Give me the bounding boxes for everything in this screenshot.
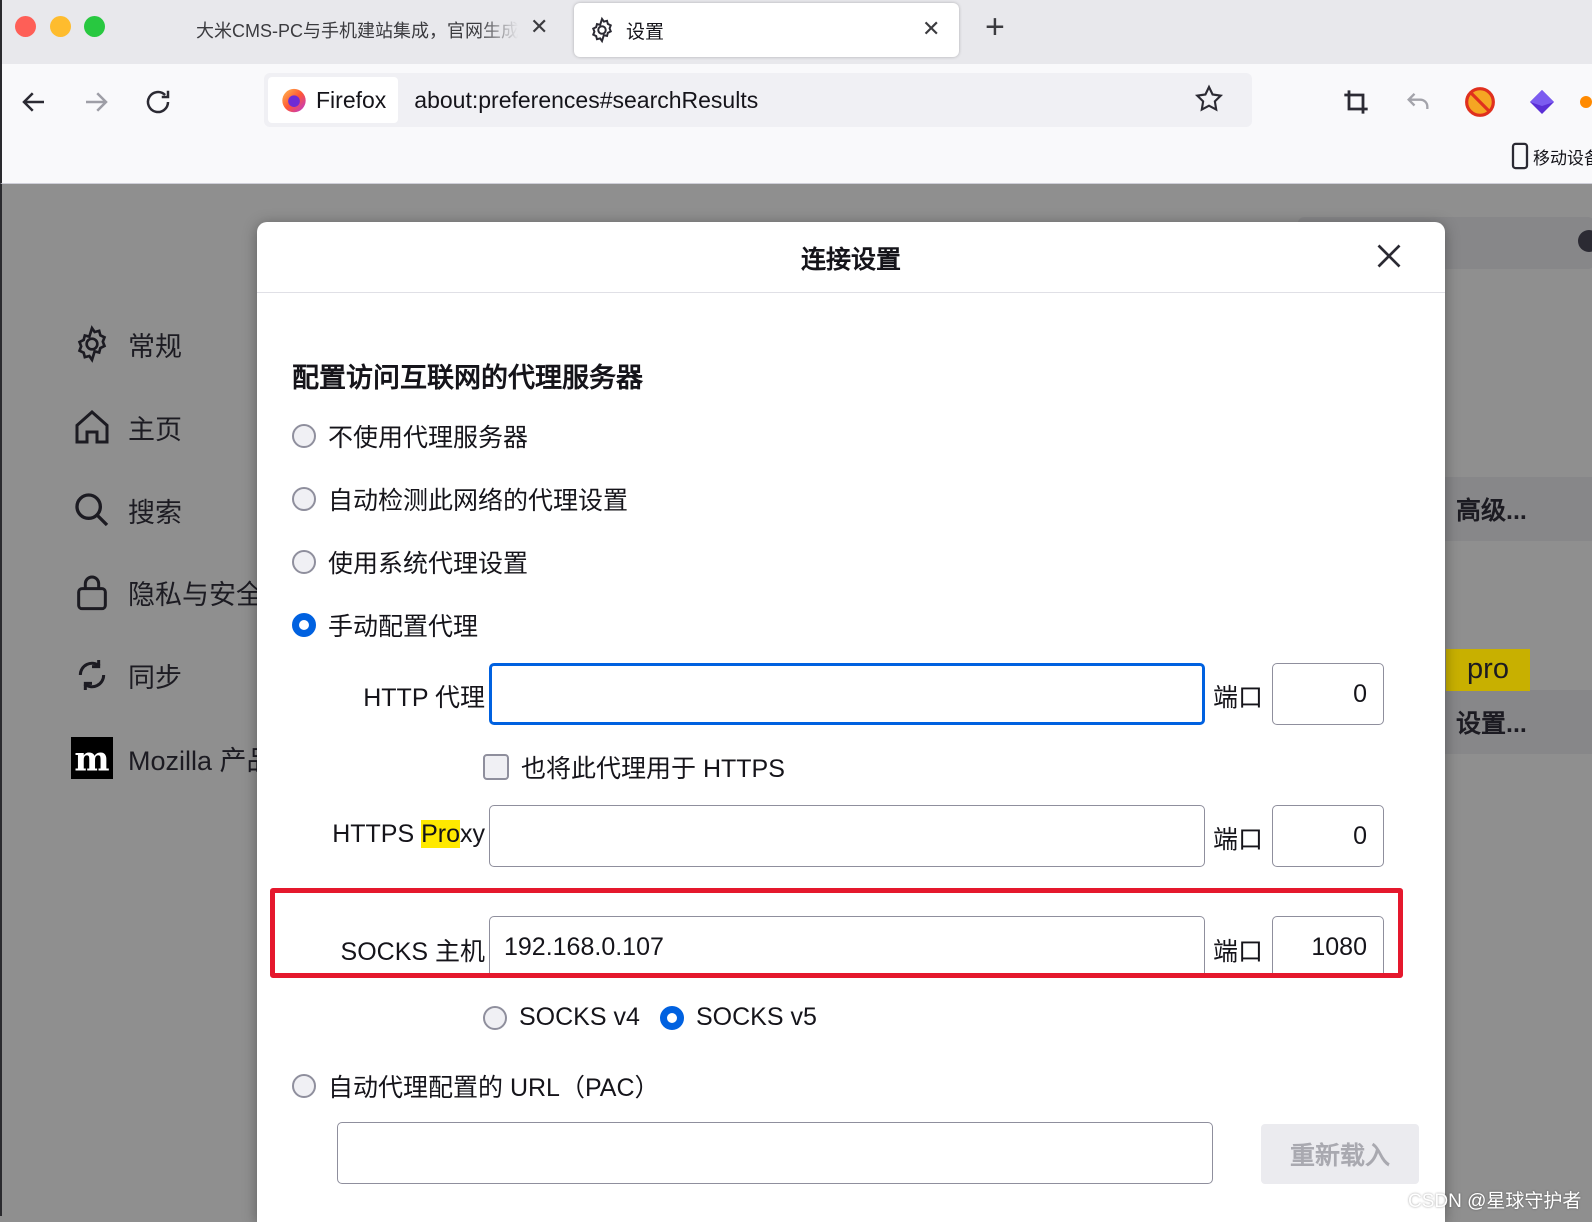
sidebar-item-search[interactable]: 搜索 [70,488,182,532]
search-icon [70,488,114,532]
forward-button[interactable] [76,82,116,122]
http-port-label: 端口 [1213,684,1264,712]
gear-icon [70,322,114,366]
sidebar-item-sync[interactable]: 同步 [70,653,182,697]
minimize-window-button[interactable] [50,16,71,37]
option-label: 自动检测此网络的代理设置 [328,487,629,515]
option-label: 使用系统代理设置 [328,550,529,578]
checkbox-label: 也将此代理用于 HTTPS [521,755,785,783]
tab-settings[interactable]: 设置 ✕ [574,3,959,57]
reload-pac-button[interactable]: 重新载入 [1261,1124,1419,1184]
reload-button[interactable] [138,82,178,122]
advanced-button[interactable]: 高级... [1442,477,1592,541]
close-window-button[interactable] [15,16,36,37]
tab-title: 大米CMS-PC与手机建站集成，官网生成 [196,21,518,41]
zoom-window-button[interactable] [84,16,105,37]
also-https-checkbox[interactable] [483,754,509,780]
manual-proxy-option[interactable]: 手动配置代理 [292,607,478,643]
tab-damicms[interactable]: 大米CMS-PC与手机建站集成，官网生成 ✕ [162,8,557,52]
option-label: 自动代理配置的 URL（PAC） [328,1074,660,1102]
option-label: 手动配置代理 [328,613,479,641]
annotation-highlight-box [270,888,1403,978]
sidebar-item-general[interactable]: 常规 [70,322,182,366]
radio-button[interactable] [292,1074,316,1098]
search-highlight: Pro [421,820,460,848]
identity-box[interactable]: Firefox [268,77,399,123]
http-port-input[interactable]: 0 [1272,663,1384,725]
also-https-checkbox-row[interactable]: 也将此代理用于 HTTPS [483,749,785,785]
dialog-title: 连接设置 [800,246,901,274]
http-proxy-input[interactable] [489,663,1205,725]
mobile-bookmarks-label: 移动设备 [1533,148,1592,168]
radio-button[interactable] [292,424,316,448]
no-proxy-option[interactable]: 不使用代理服务器 [292,418,528,454]
gear-icon [588,16,616,44]
socks-v4-option[interactable]: SOCKS v4 [483,1003,640,1032]
socks-v5-option[interactable]: SOCKS v5 [660,1003,817,1032]
https-port-label: 端口 [1213,826,1264,854]
pac-url-option[interactable]: 自动代理配置的 URL（PAC） [292,1068,660,1104]
radio-button-selected[interactable] [292,613,316,637]
purple-extension-icon[interactable] [1522,82,1562,122]
watermark: CSDN @星球守护者 [1408,1191,1582,1212]
radio-button[interactable] [292,487,316,511]
http-proxy-label: HTTP 代理 [363,684,485,712]
radio-button[interactable] [483,1005,507,1030]
mobile-device-icon [1510,142,1530,170]
advanced-button-label: 高级... [1456,497,1527,525]
close-tab-icon[interactable]: ✕ [530,16,548,38]
sidebar-item-label: 同步 [128,662,182,693]
connection-settings-dialog: 连接设置 配置访问互联网的代理服务器 不使用代理服务器 自动检测此网络的代理设置… [257,222,1445,1222]
url-bar[interactable]: Firefox about:preferences#searchResults [264,73,1252,127]
sidebar-item-label: Mozilla 产品 [128,745,274,776]
blocked-extension-icon[interactable] [1460,82,1500,122]
sidebar-item-label: 搜索 [128,497,182,528]
auto-detect-option[interactable]: 自动检测此网络的代理设置 [292,481,628,517]
option-label: SOCKS v4 [519,1003,640,1031]
url-text[interactable]: about:preferences#searchResults [414,87,758,114]
tab-title: 设置 [626,21,665,43]
settings-button[interactable]: 设置... [1442,690,1592,754]
new-tab-button[interactable]: + [985,10,1005,44]
lock-icon [70,570,114,614]
identity-label: Firefox [316,86,387,113]
close-icon [1377,244,1401,268]
mozilla-icon: m [70,736,114,780]
bookmark-star-icon[interactable] [1193,83,1225,115]
radio-button[interactable] [292,550,316,574]
https-port-input[interactable]: 0 [1272,805,1384,867]
option-label: 不使用代理服务器 [328,424,529,452]
pac-url-input[interactable] [337,1122,1213,1184]
dialog-header: 连接设置 [257,222,1445,293]
radio-button-selected[interactable] [660,1005,684,1030]
settings-button-label: 设置... [1456,710,1527,738]
orange-extension-icon[interactable] [1578,82,1592,122]
navigation-toolbar: Firefox about:preferences#searchResults … [0,64,1592,184]
sidebar-item-label: 隐私与安全 [128,579,263,610]
mobile-bookmarks-button[interactable]: 移动设备 [1510,142,1592,170]
back-button[interactable] [14,82,54,122]
screenshot-crop-icon[interactable] [1336,82,1376,122]
section-heading: 配置访问互联网的代理服务器 [292,363,643,393]
https-label-prefix: HTTPS [332,820,422,848]
sidebar-item-home[interactable]: 主页 [70,405,182,449]
https-proxy-label: HTTPS Proxy [297,820,485,849]
sidebar-item-mozilla[interactable]: m Mozilla 产品 [70,736,274,780]
home-icon [70,405,114,449]
tab-bar: 大米CMS-PC与手机建站集成，官网生成 ✕ 设置 ✕ + [0,0,1592,64]
option-label: SOCKS v5 [696,1003,817,1031]
svg-text:m: m [74,739,109,778]
https-proxy-input[interactable] [489,805,1205,867]
firefox-logo-icon [280,86,308,114]
sync-icon [70,653,114,697]
https-label-suffix: xy [460,820,485,848]
search-match-tooltip: pro [1446,649,1530,691]
close-tab-icon[interactable]: ✕ [922,18,940,40]
sidebar-item-label: 常规 [128,331,182,362]
system-proxy-option[interactable]: 使用系统代理设置 [292,544,528,580]
sidebar-item-privacy[interactable]: 隐私与安全 [70,570,263,614]
sidebar-item-label: 主页 [128,414,182,445]
close-dialog-button[interactable] [1371,238,1407,274]
undo-arrow-icon[interactable] [1398,82,1438,122]
